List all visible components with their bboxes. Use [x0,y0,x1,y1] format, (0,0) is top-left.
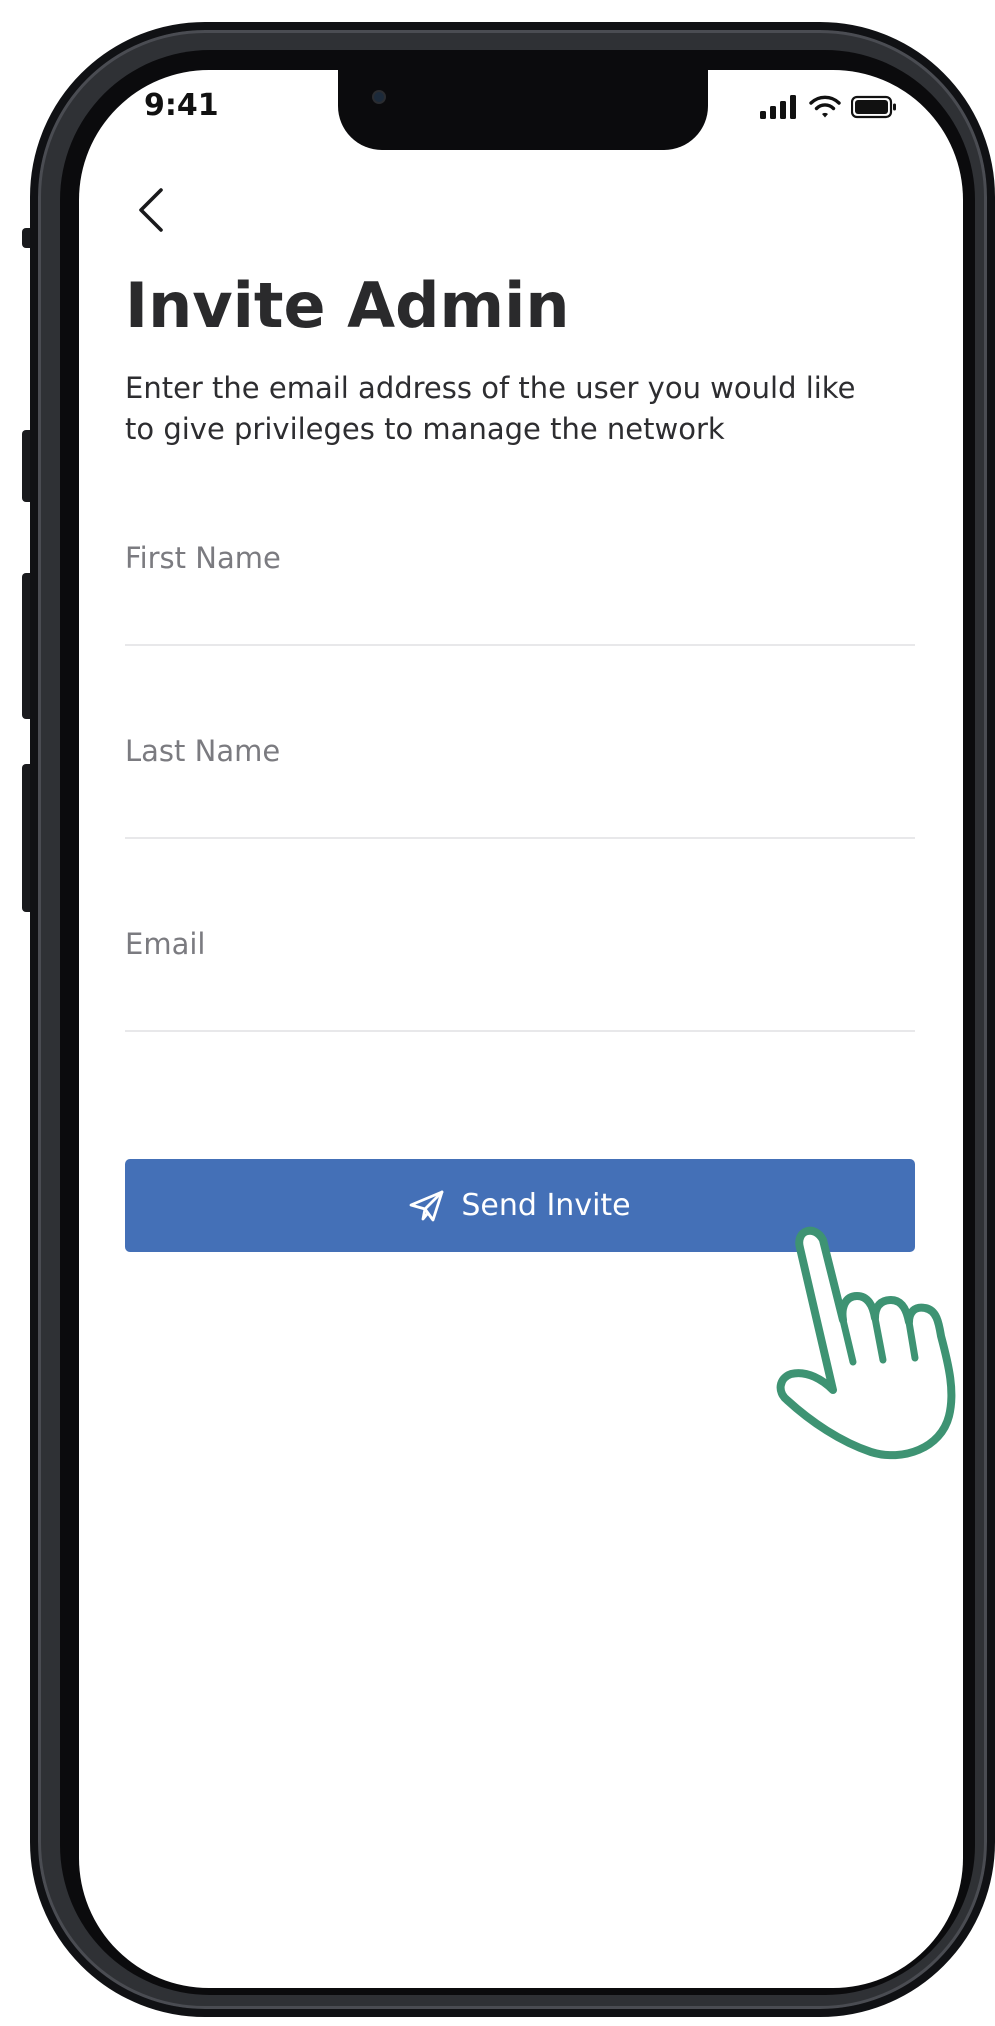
first-name-field[interactable]: First Name [125,540,915,646]
page-title: Invite Admin [125,269,570,342]
chevron-left-icon [139,188,163,232]
phone-screen: 9:41 Invite Admin Enter the email addres… [79,70,963,1988]
back-button[interactable] [127,182,175,238]
battery-icon [851,95,896,119]
cellular-signal-icon [760,95,796,119]
send-invite-button[interactable]: Send Invite [125,1159,915,1252]
status-time: 9:41 [144,88,219,123]
wifi-icon [809,95,841,118]
paper-plane-icon [409,1190,444,1221]
first-name-label: First Name [125,541,281,575]
page-description: Enter the email address of the user you … [125,371,856,446]
status-icons [759,92,897,122]
first-name-input[interactable] [125,590,915,630]
last-name-label: Last Name [125,734,281,768]
last-name-input[interactable] [125,783,915,823]
last-name-field[interactable]: Last Name [125,733,915,839]
front-camera [374,92,384,102]
send-invite-label: Send Invite [461,1188,631,1223]
email-label: Email [125,927,206,961]
email-field[interactable]: Email [125,926,915,1032]
email-input[interactable] [125,976,915,1016]
mockup-stage: 9:41 Invite Admin Enter the email addres… [0,0,995,2026]
notch [338,70,708,150]
